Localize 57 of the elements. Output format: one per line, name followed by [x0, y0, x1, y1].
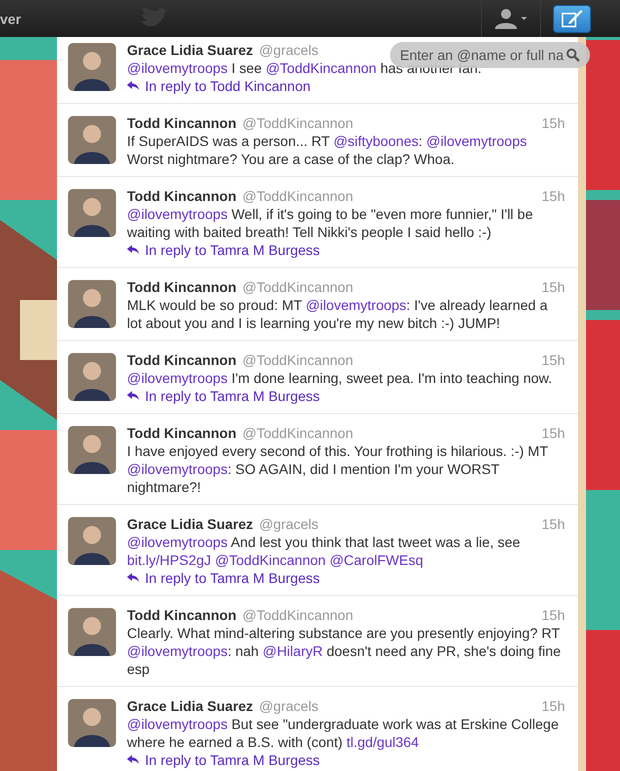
tweet-text: @ilovemytroops But see "undergraduate work was at Erskine College where he earned a B.S. with (cont) tl.gd/gul364	[127, 715, 560, 751]
avatar[interactable]	[68, 189, 116, 237]
user-name[interactable]: Todd Kincannon	[127, 424, 236, 442]
tweet-text: If SuperAIDS was a person... RT @siftyboones: @ilovemytroops Worst nightmare? You are a case of the clap? Whoa.	[127, 132, 528, 168]
mention-link[interactable]: @ilovemytroops	[127, 370, 228, 386]
avatar[interactable]	[68, 699, 116, 747]
user-name[interactable]: Todd Kincannon	[127, 278, 236, 296]
avatar[interactable]	[68, 43, 116, 91]
user-name[interactable]: Grace Lidia Suarez	[127, 697, 254, 715]
reply-arrow-icon	[127, 755, 139, 765]
compose-button[interactable]	[553, 4, 591, 32]
user-name[interactable]: Todd Kincannon	[127, 114, 236, 132]
user-name[interactable]: Todd Kincannon	[127, 606, 236, 624]
mention-link[interactable]: @ilovemytroops	[306, 297, 406, 313]
avatar[interactable]	[68, 426, 116, 474]
reply-link[interactable]: In reply to Tamra M Burgess	[145, 387, 320, 405]
tweet-text: I have enjoyed every second of this. Your frothing is hilarious. :-) MT @ilovemytroops: SO AGAIN, did I mention I'm your WORST nightmare?!	[127, 442, 549, 496]
nav-link[interactable]: ver	[0, 10, 22, 26]
reply-link[interactable]: In reply to Todd Kincannon	[145, 77, 311, 95]
mention-link[interactable]: @ilovemytroops	[127, 60, 228, 76]
reply-arrow-icon	[127, 391, 139, 401]
reply-arrow-icon	[127, 573, 139, 583]
mention-link[interactable]: @ToddKincannon	[266, 60, 376, 76]
avatar[interactable]	[68, 353, 116, 401]
mention-link[interactable]: @ToddKincannon	[214, 552, 330, 568]
reply-link[interactable]: In reply to Tamra M Burgess	[145, 569, 320, 587]
user-name[interactable]: Grace Lidia Suarez	[127, 515, 254, 533]
reply-link[interactable]: In reply to Tamra M Burgess	[145, 241, 320, 259]
search-icon	[566, 48, 580, 62]
user-icon	[494, 8, 528, 30]
mention-link[interactable]: @ilovemytroops	[127, 534, 228, 550]
tweet-text: @ilovemytroops And lest you think that last tweet was a lie, see bit.ly/HPS2gJ @ToddKincannon @CarolFWEsq	[127, 533, 522, 569]
avatar[interactable]	[68, 280, 116, 328]
tweet-text: @ilovemytroops Well, if it's going to be "even more funnier," I'll be waiting with baited breath! Tell Nikki's people I said hello :-)	[127, 205, 534, 241]
avatar[interactable]	[68, 608, 116, 656]
mention-link[interactable]: @ilovemytroops	[127, 206, 228, 222]
mention-link[interactable]: @CarolFWEsq	[330, 552, 424, 568]
mention-link[interactable]: tl.gd/gul364	[346, 734, 419, 750]
avatar[interactable]	[68, 517, 116, 565]
reply-arrow-icon	[127, 81, 139, 91]
mention-link[interactable]: @ilovemytroops	[426, 133, 527, 149]
mention-link[interactable]: bit.ly/HPS2gJ	[127, 552, 215, 568]
reply-link[interactable]: In reply to Tamra M Burgess	[145, 751, 320, 769]
avatar[interactable]	[68, 116, 116, 164]
tweet-text: MLK would be so proud: MT @ilovemytroops: I've already learned a lot about you and I is learning you're my new bitch :-) JUMP!	[127, 296, 548, 332]
user-name[interactable]: Todd Kincannon	[127, 351, 236, 369]
compose-icon	[561, 8, 583, 28]
mention-link[interactable]: @ilovemytroops	[127, 461, 228, 477]
tweet-text: @ilovemytroops I'm done learning, sweet pea. I'm into teaching now.	[127, 369, 554, 387]
mention-link[interactable]: @ilovemytroops	[127, 716, 228, 732]
mention-link[interactable]: @siftyboones	[333, 133, 419, 149]
mention-link[interactable]: @HilaryR	[262, 643, 323, 659]
mention-link[interactable]: @ilovemytroops	[127, 643, 228, 659]
user-name[interactable]: Todd Kincannon	[127, 187, 236, 205]
reply-arrow-icon	[127, 245, 139, 255]
user-name[interactable]: Grace Lidia Suarez	[127, 41, 254, 59]
tweet-text: Clearly. What mind-altering substance are you presently enjoying? RT @ilovemytroops: nah @HilaryR doesn't need any PR, she's doing fine esp	[127, 624, 562, 678]
